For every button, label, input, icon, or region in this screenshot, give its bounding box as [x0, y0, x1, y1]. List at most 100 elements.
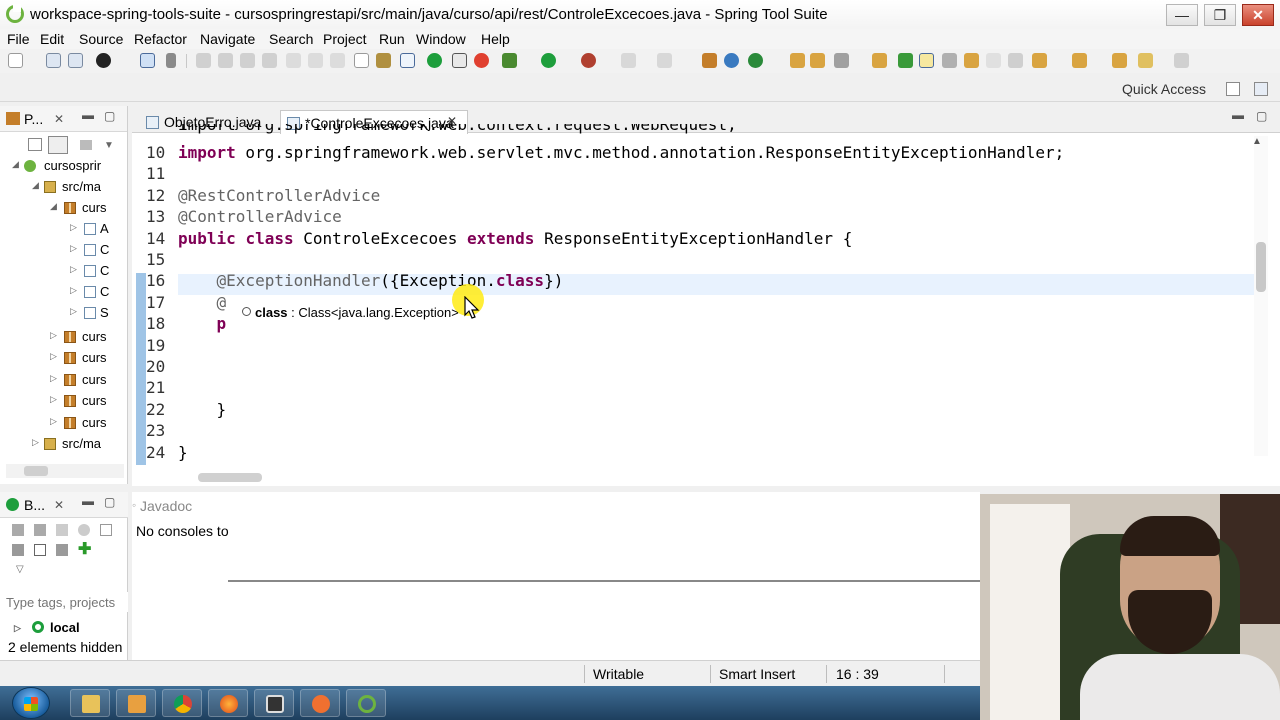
open-file-icon[interactable]	[810, 53, 825, 68]
maximize-button[interactable]: ❐	[1204, 4, 1236, 26]
scroll-thumb[interactable]	[1256, 242, 1266, 292]
maximize-view-icon[interactable]: ▢	[104, 109, 115, 123]
minimize-view-icon[interactable]: ▬	[82, 108, 94, 122]
new-interface-icon[interactable]	[748, 53, 763, 68]
tree-item-src-main[interactable]: ▷ src/ma	[0, 434, 127, 455]
scroll-thumb[interactable]	[24, 466, 48, 476]
tab-javadoc[interactable]: Javadoc	[140, 498, 192, 514]
tree-item-file[interactable]: ▷ C	[0, 240, 127, 261]
tree-item-src-main[interactable]: ◢ src/ma	[0, 177, 127, 198]
code-line[interactable]: 20	[132, 357, 1280, 378]
terminate-icon[interactable]	[240, 53, 255, 68]
menu-file[interactable]: File	[7, 31, 30, 47]
minimize-view-icon[interactable]: ▬	[82, 494, 94, 508]
tree-item-package[interactable]: ▷ curs	[0, 348, 127, 369]
spring-boot-icon[interactable]	[427, 53, 442, 68]
scroll-up-icon[interactable]: ▲	[1252, 136, 1262, 147]
menu-navigate[interactable]: Navigate	[200, 31, 255, 47]
start-button[interactable]	[12, 687, 50, 719]
tree-item-project[interactable]: ◢ cursosprir	[0, 156, 127, 177]
next-annotation-icon[interactable]	[964, 53, 979, 68]
console-icon[interactable]	[100, 524, 112, 536]
code-line[interactable]: 15	[132, 250, 1280, 271]
show-whitespace-icon[interactable]	[942, 53, 957, 68]
code-line[interactable]: 10 import org.springframework.web.servlet…	[132, 143, 1280, 164]
save-icon[interactable]	[46, 53, 61, 68]
menu-project[interactable]: Project	[323, 31, 367, 47]
menu-window[interactable]: Window	[416, 31, 466, 47]
close-icon[interactable]: ✕	[54, 112, 64, 126]
new-package-icon[interactable]	[702, 53, 717, 68]
tree-item-package[interactable]: ▷ curs	[0, 327, 127, 348]
close-button[interactable]: ✕	[1242, 4, 1274, 26]
relaunch-icon[interactable]	[474, 53, 489, 68]
taskbar-chrome[interactable]	[162, 689, 202, 717]
build-icon[interactable]	[657, 53, 672, 68]
forward-arrow-icon[interactable]	[1174, 53, 1189, 68]
menu-source[interactable]: Source	[79, 31, 123, 47]
open-perspective-icon[interactable]	[1226, 82, 1240, 96]
minimize-button[interactable]: —	[1166, 4, 1198, 26]
vertical-scrollbar[interactable]	[1254, 136, 1268, 456]
window-icon[interactable]	[34, 544, 46, 556]
annotation-icon[interactable]	[898, 53, 913, 68]
view-menu-icon[interactable]	[80, 140, 92, 150]
content-assist-popup[interactable]: class : Class<java.lang.Exception>	[230, 303, 490, 323]
skip-breakpoints-icon[interactable]	[166, 53, 176, 68]
horizontal-scrollbar[interactable]	[6, 464, 124, 478]
taskbar-app[interactable]	[254, 689, 294, 717]
resume-icon[interactable]	[196, 53, 211, 68]
code-line[interactable]: 24}	[132, 443, 1280, 464]
debug-icon[interactable]	[34, 524, 46, 536]
run-external-tools-icon[interactable]	[581, 53, 596, 68]
code-line[interactable]: 12 @RestControllerAdvice	[132, 186, 1280, 207]
debug-icon[interactable]	[96, 53, 111, 68]
maximize-view-icon[interactable]: ▢	[104, 495, 115, 509]
stop-icon[interactable]	[621, 53, 636, 68]
boot-dashboard-tab[interactable]: B... ✕ ▬ ▢	[0, 492, 128, 518]
step-over-icon[interactable]	[308, 53, 323, 68]
link-with-editor-icon[interactable]	[48, 136, 68, 154]
toggle-editor-icon[interactable]	[452, 53, 467, 68]
tree-item-file[interactable]: ▷ S	[0, 303, 127, 324]
view-menu-icon[interactable]: ▽	[16, 564, 24, 575]
step-return-icon[interactable]	[330, 53, 345, 68]
tree-item-package[interactable]: ▷ curs	[0, 370, 127, 391]
code-line-partial[interactable]: import org.springframework.web.context.r…	[132, 124, 1280, 135]
menu-run[interactable]: Run	[379, 31, 405, 47]
run-icon[interactable]	[541, 53, 556, 68]
taskbar-spring-tool-suite[interactable]	[346, 689, 386, 717]
console-icon[interactable]	[140, 53, 155, 68]
open-type-icon[interactable]	[400, 53, 415, 68]
folder-icon[interactable]	[872, 53, 887, 68]
taskbar-media[interactable]	[116, 689, 156, 717]
horizontal-scrollbar[interactable]	[198, 471, 498, 483]
add-icon[interactable]: ✚	[78, 542, 91, 558]
code-line[interactable]: 16 @ExceptionHandler({Exception.class})	[132, 271, 1280, 292]
disconnect-icon[interactable]	[262, 53, 277, 68]
new-icon[interactable]	[8, 53, 23, 68]
tree-item-package[interactable]: ▷ curs	[0, 413, 127, 434]
tree-item-package[interactable]: ▷ curs	[0, 391, 127, 412]
tree-item-file[interactable]: ▷ A	[0, 219, 127, 240]
expand-arrow-icon[interactable]: ▷	[14, 623, 21, 634]
quick-access-field[interactable]: Quick Access	[1122, 81, 1206, 97]
package-explorer-tab[interactable]: P... ✕ ▬ ▢	[0, 106, 127, 132]
refresh-icon[interactable]	[78, 524, 90, 536]
menu-search[interactable]: Search	[269, 31, 313, 47]
code-line[interactable]: 21	[132, 378, 1280, 399]
new-class-icon[interactable]	[724, 53, 739, 68]
view-dropdown-icon[interactable]: ▼	[104, 140, 114, 151]
maximize-view-icon[interactable]: ▢	[1256, 109, 1267, 123]
save-all-icon[interactable]	[68, 53, 83, 68]
menu-help[interactable]: Help	[481, 31, 510, 47]
collapse-all-icon[interactable]	[28, 138, 42, 151]
suspend-icon[interactable]	[218, 53, 233, 68]
menu-refactor[interactable]: Refactor	[134, 31, 187, 47]
pen-icon[interactable]	[12, 544, 24, 556]
taskbar-explorer[interactable]	[70, 689, 110, 717]
start-icon[interactable]	[12, 524, 24, 536]
minimize-view-icon[interactable]: ▬	[1232, 108, 1244, 122]
open-folder-icon[interactable]	[790, 53, 805, 68]
tags-filter-input[interactable]	[6, 592, 128, 612]
